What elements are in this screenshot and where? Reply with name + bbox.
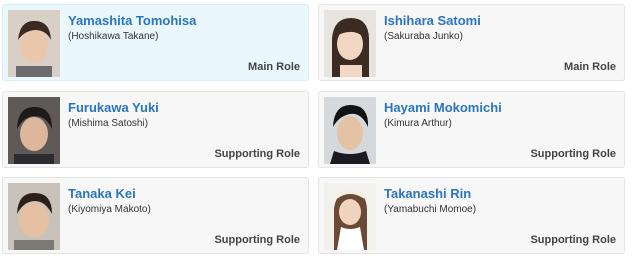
cast-name-link[interactable]: Tanaka Kei (68, 186, 136, 201)
cast-card[interactable]: Furukawa Yuki (Mishima Satoshi) Supporti… (2, 91, 309, 168)
actor-photo-image (8, 10, 60, 77)
role-label: Main Role (564, 61, 616, 73)
actress-photo-image (324, 183, 376, 250)
role-label: Supporting Role (530, 148, 616, 160)
character-name: (Mishima Satoshi) (68, 118, 149, 129)
cast-card[interactable]: Takanashi Rin (Yamabuchi Momoe) Supporti… (318, 177, 625, 254)
cast-name-link[interactable]: Furukawa Yuki (68, 100, 159, 115)
actor-photo[interactable] (324, 97, 376, 164)
cast-card[interactable]: Yamashita Tomohisa (Hoshikawa Takane) Ma… (2, 4, 309, 81)
actor-photo-image (324, 97, 376, 164)
role-label: Supporting Role (530, 234, 616, 246)
actress-photo[interactable] (324, 10, 376, 77)
role-label: Supporting Role (214, 148, 300, 160)
cast-name-link[interactable]: Takanashi Rin (384, 186, 471, 201)
character-name: (Yamabuchi Momoe) (384, 204, 477, 215)
actress-photo[interactable] (324, 183, 376, 250)
character-name: (Hoshikawa Takane) (68, 31, 159, 42)
character-name: (Sakuraba Junko) (384, 31, 463, 42)
role-label: Main Role (248, 61, 300, 73)
character-name: (Kiyomiya Makoto) (68, 204, 151, 215)
cast-card[interactable]: Ishihara Satomi (Sakuraba Junko) Main Ro… (318, 4, 625, 81)
cast-grid: Yamashita Tomohisa (Hoshikawa Takane) Ma… (0, 0, 635, 267)
role-label: Supporting Role (214, 234, 300, 246)
cast-card[interactable]: Tanaka Kei (Kiyomiya Makoto) Supporting … (2, 177, 309, 254)
actress-photo-image (324, 10, 376, 77)
actor-photo-image (8, 183, 60, 250)
actor-photo[interactable] (8, 10, 60, 77)
actor-photo[interactable] (8, 183, 60, 250)
cast-name-link[interactable]: Hayami Mokomichi (384, 100, 502, 115)
actor-photo[interactable] (8, 97, 60, 164)
cast-name-link[interactable]: Ishihara Satomi (384, 13, 481, 28)
character-name: (Kimura Arthur) (384, 118, 452, 129)
actor-photo-image (8, 97, 60, 164)
cast-card[interactable]: Hayami Mokomichi (Kimura Arthur) Support… (318, 91, 625, 168)
cast-name-link[interactable]: Yamashita Tomohisa (68, 13, 196, 28)
